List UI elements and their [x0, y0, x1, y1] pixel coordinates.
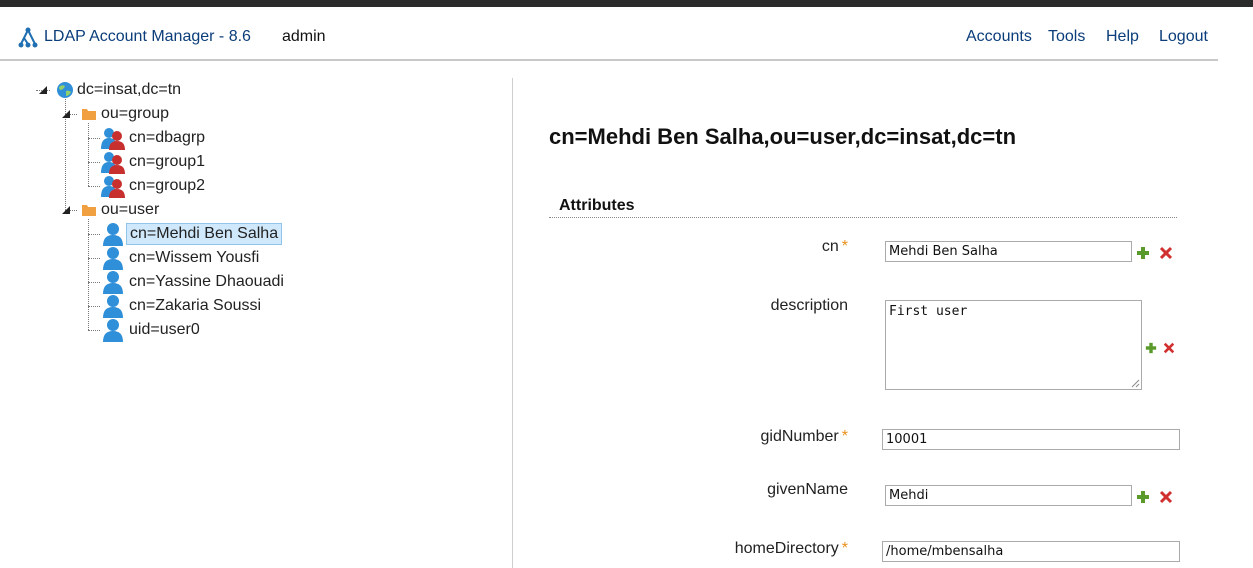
nav-logout-link[interactable]: Logout	[1159, 28, 1208, 46]
tree-node-user[interactable]: cn=Yassine Dhaouadi	[100, 271, 287, 294]
tree-node-group[interactable]: cn=group2	[100, 175, 208, 198]
delete-value-icon[interactable]	[1163, 342, 1175, 354]
tree-node-label: cn=Yassine Dhaouadi	[129, 273, 284, 290]
entry-dn-title: cn=Mehdi Ben Salha,ou=user,dc=insat,dc=t…	[549, 124, 1017, 149]
attr-name: givenName	[767, 481, 848, 498]
resize-handle-icon[interactable]	[1131, 379, 1140, 388]
attr-label-description: description	[771, 297, 848, 315]
user-icon	[103, 319, 123, 342]
user-icon	[103, 223, 123, 246]
required-marker: *	[841, 540, 848, 557]
globe-icon	[57, 82, 73, 98]
tree-node-label: ou=group	[101, 105, 170, 122]
homedirectory-input[interactable]: /home/mbensalha	[882, 541, 1180, 562]
section-divider	[549, 217, 1177, 218]
description-textarea[interactable]: First user	[885, 300, 1142, 390]
tree-connector	[88, 258, 100, 259]
group-icon	[101, 152, 125, 174]
tree-node-label: cn=group1	[129, 153, 206, 170]
add-value-icon[interactable]	[1136, 490, 1150, 504]
tree-node-label: cn=Mehdi Ben Salha	[126, 223, 283, 245]
givenname-input[interactable]: Mehdi	[885, 485, 1132, 506]
tree-connector	[88, 219, 89, 330]
attr-name: cn	[821, 238, 839, 255]
description-value: First user	[889, 304, 968, 319]
folder-icon	[82, 109, 96, 120]
nav-help-link[interactable]: Help	[1106, 28, 1139, 46]
tree-node-ou-user[interactable]: ou=user	[80, 199, 162, 221]
attr-label-cn: cn *	[822, 238, 848, 256]
tree-connector	[88, 123, 89, 186]
tree-node-user[interactable]: cn=Zakaria Soussi	[100, 295, 264, 318]
required-marker: *	[841, 238, 848, 255]
attributes-section-title: Attributes	[559, 197, 635, 214]
tree-node-label: cn=Wissem Yousfi	[129, 249, 260, 266]
tree-root-label: dc=insat,dc=tn	[77, 81, 182, 98]
delete-value-icon[interactable]	[1159, 490, 1173, 504]
add-value-icon[interactable]	[1145, 342, 1157, 354]
tree-connector	[88, 186, 100, 187]
ldap-tree-logo-icon[interactable]	[16, 26, 40, 50]
add-value-icon[interactable]	[1136, 246, 1150, 260]
window-top-strip	[0, 0, 1253, 7]
attr-name: description	[770, 297, 848, 314]
attr-label-homedirectory: homeDirectory *	[735, 540, 848, 558]
nav-accounts-link[interactable]: Accounts	[966, 28, 1032, 46]
delete-value-icon[interactable]	[1159, 246, 1173, 260]
ldap-tree-panel: dc=insat,dc=tn ou=group cn=dbagrp cn=gro…	[30, 75, 490, 568]
tree-connector	[88, 330, 100, 331]
tree-connector	[88, 306, 100, 307]
tree-connector	[88, 138, 100, 139]
tree-node-label: uid=user0	[129, 321, 200, 338]
tree-connector	[88, 162, 100, 163]
user-icon	[103, 295, 123, 318]
tree-connector	[88, 234, 100, 235]
user-icon	[103, 247, 123, 270]
tree-root-node[interactable]: dc=insat,dc=tn	[56, 79, 184, 101]
user-icon	[103, 271, 123, 294]
tree-node-label: cn=Zakaria Soussi	[129, 297, 262, 314]
attr-name: homeDirectory	[734, 540, 839, 557]
tree-node-user[interactable]: cn=Wissem Yousfi	[100, 247, 262, 270]
group-icon	[101, 176, 125, 198]
folder-icon	[82, 205, 96, 216]
attr-name: gidNumber	[760, 428, 839, 445]
gidnumber-input[interactable]: 10001	[882, 429, 1180, 450]
expand-arrow-icon[interactable]	[61, 205, 71, 215]
tree-node-group[interactable]: cn=dbagrp	[100, 127, 208, 150]
tree-connector	[88, 282, 100, 283]
tree-node-label: ou=user	[101, 201, 160, 218]
app-title[interactable]: LDAP Account Manager - 8.6	[44, 28, 251, 46]
expand-arrow-icon[interactable]	[61, 109, 71, 119]
attr-label-givenname: givenName	[767, 481, 848, 499]
logged-in-user: admin	[282, 28, 326, 45]
tree-node-user[interactable]: uid=user0	[100, 319, 203, 342]
app-header: LDAP Account Manager - 8.6 admin Account…	[0, 7, 1218, 61]
tree-node-group[interactable]: cn=group1	[100, 151, 208, 174]
nav-tools-link[interactable]: Tools	[1048, 28, 1085, 46]
group-icon	[101, 128, 125, 150]
expand-arrow-icon[interactable]	[38, 85, 48, 95]
tree-node-label: cn=group2	[129, 177, 206, 194]
tree-node-user-selected[interactable]: cn=Mehdi Ben Salha	[100, 223, 283, 246]
tree-node-label: cn=dbagrp	[129, 129, 206, 146]
panel-divider[interactable]	[512, 78, 513, 568]
required-marker: *	[841, 428, 848, 445]
attr-label-gidnumber: gidNumber *	[761, 428, 849, 446]
cn-input[interactable]: Mehdi Ben Salha	[885, 241, 1132, 262]
tree-node-ou-group[interactable]: ou=group	[80, 103, 172, 125]
